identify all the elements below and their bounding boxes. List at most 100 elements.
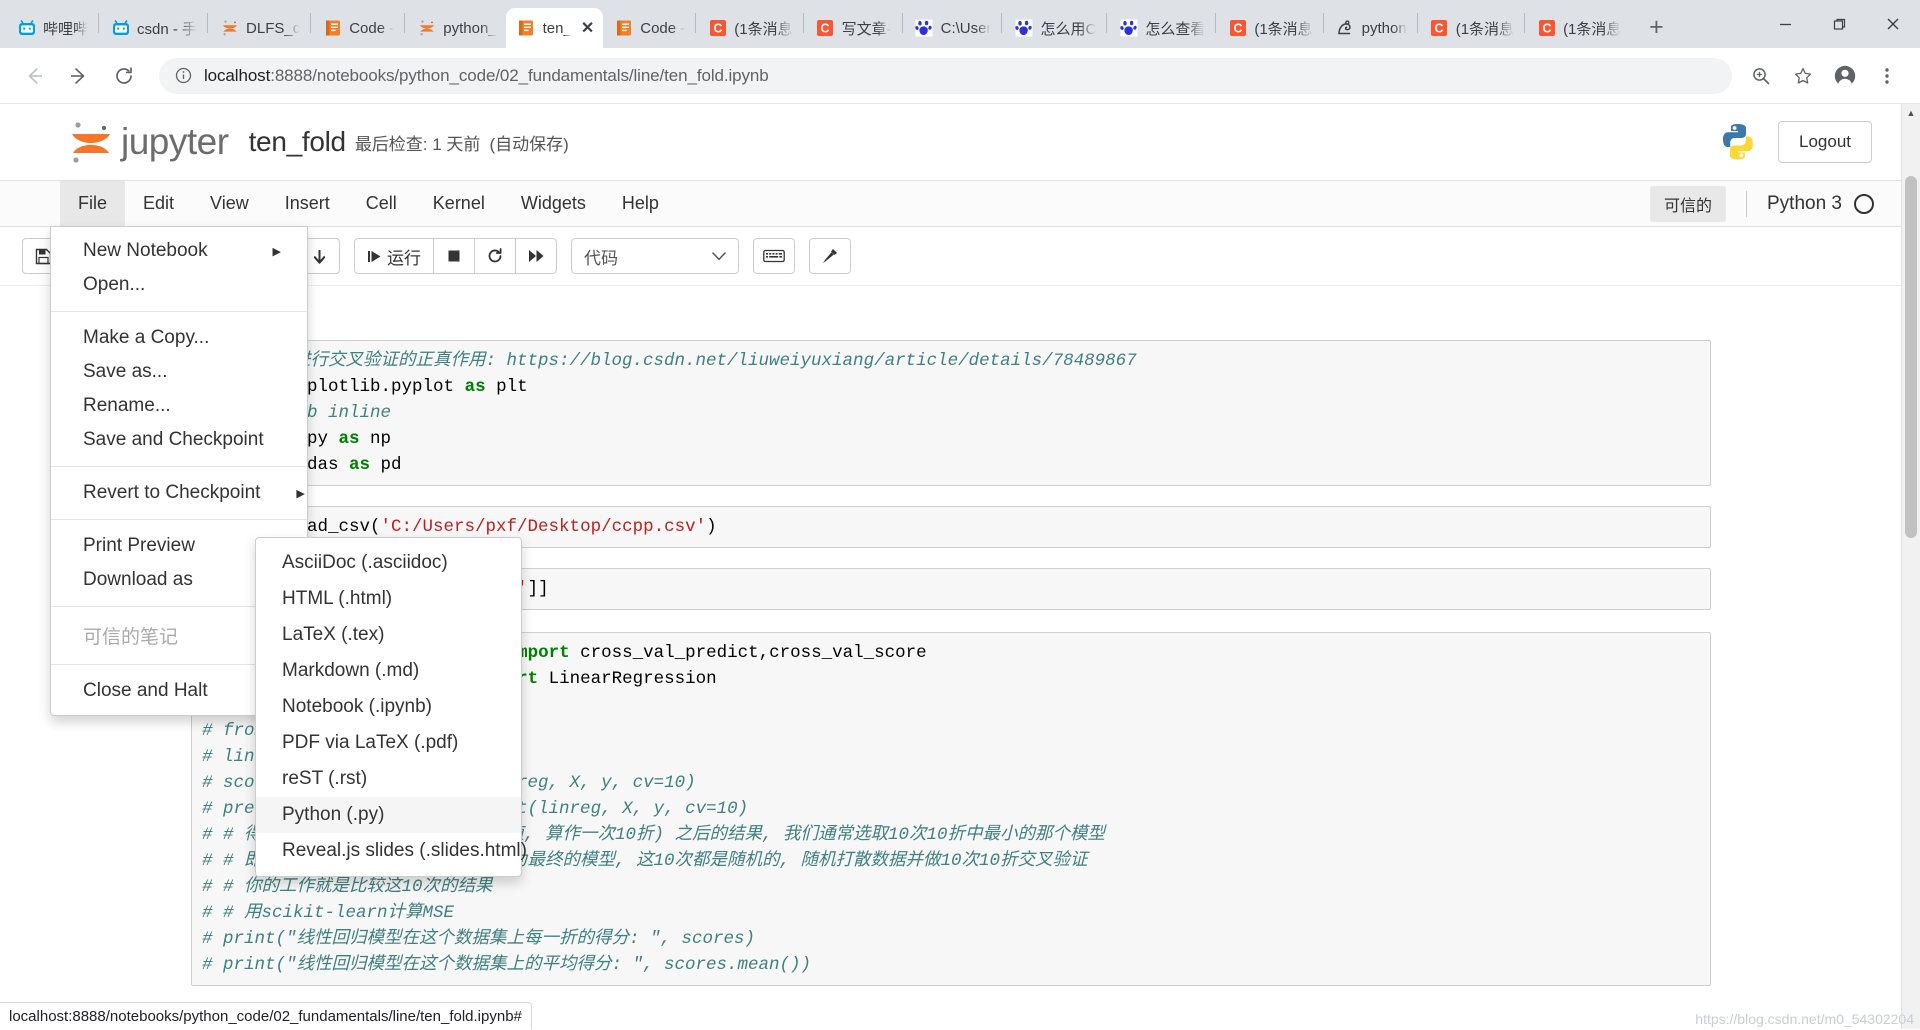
close-window-button[interactable] bbox=[1866, 0, 1920, 48]
jupyter-mark-icon bbox=[72, 122, 110, 163]
browser-tab[interactable]: python bbox=[1325, 8, 1416, 48]
download-as-item[interactable]: PDF via LaTeX (.pdf) bbox=[256, 725, 521, 761]
jupyter-logo[interactable]: jupyter bbox=[66, 116, 229, 168]
browser-tab[interactable]: 怎么用C bbox=[1003, 8, 1105, 48]
reload-button[interactable] bbox=[104, 56, 144, 96]
browser-tab-label: (1条消息 bbox=[1455, 20, 1515, 38]
back-button[interactable] bbox=[14, 56, 54, 96]
checkpoint-status: 最后检查: 1 天前 bbox=[354, 134, 481, 154]
maximize-restore-button[interactable] bbox=[1812, 0, 1866, 48]
window-controls bbox=[1758, 0, 1920, 48]
tab-separator bbox=[207, 13, 209, 33]
bilibili-icon bbox=[17, 19, 36, 38]
browser-tab-label: Code - bbox=[349, 19, 395, 37]
restart-kernel-button[interactable] bbox=[474, 238, 516, 274]
menu-view[interactable]: View bbox=[192, 181, 267, 226]
menu-kernel[interactable]: Kernel bbox=[415, 181, 503, 226]
browser-tab[interactable]: DLFS_c bbox=[209, 8, 309, 48]
csdn-icon: C bbox=[1430, 19, 1449, 38]
menu-widgets[interactable]: Widgets bbox=[503, 181, 604, 226]
file-menu-item[interactable]: Rename... bbox=[51, 389, 307, 423]
browser-tab-label: Code - bbox=[640, 19, 686, 37]
new-tab-button[interactable]: + bbox=[1638, 9, 1674, 45]
file-menu-item[interactable]: Revert to Checkpoint ▶ bbox=[51, 476, 307, 510]
download-as-item[interactable]: HTML (.html) bbox=[256, 581, 521, 617]
browser-tab[interactable]: csdn - 手 bbox=[100, 8, 206, 48]
browser-tab-label: 哔哩哔 bbox=[43, 20, 89, 38]
interrupt-kernel-button[interactable] bbox=[433, 238, 475, 274]
download-as-item[interactable]: Markdown (.md) bbox=[256, 653, 521, 689]
browser-tab[interactable]: C (1条消息 bbox=[697, 8, 801, 48]
download-as-item[interactable]: Notebook (.ipynb) bbox=[256, 689, 521, 725]
restart-and-run-all-button[interactable] bbox=[515, 238, 557, 274]
avatar-icon[interactable] bbox=[1826, 57, 1864, 95]
close-tab-icon[interactable]: ✕ bbox=[581, 18, 594, 38]
site-info-icon[interactable] bbox=[175, 67, 192, 84]
file-menu-item[interactable]: New Notebook ▶ bbox=[51, 234, 307, 268]
baidu-icon bbox=[1014, 19, 1033, 38]
forward-button[interactable] bbox=[59, 56, 99, 96]
scrollbar-thumb[interactable] bbox=[1905, 176, 1917, 538]
toolbar-group-keyboard bbox=[753, 238, 795, 274]
svg-text:C: C bbox=[1233, 22, 1242, 36]
minimize-button[interactable] bbox=[1758, 0, 1812, 48]
menu-edit[interactable]: Edit bbox=[125, 181, 192, 226]
file-menu-item[interactable]: Open... bbox=[51, 268, 307, 302]
download-as-item[interactable]: Python (.py) bbox=[256, 797, 521, 833]
browser-tab-active[interactable]: ten_ ✕ bbox=[505, 8, 604, 48]
browser-tab[interactable]: C (1条消息 bbox=[1217, 8, 1321, 48]
menu-file[interactable]: File bbox=[60, 181, 126, 226]
browser-tab[interactable]: C 写文章- bbox=[805, 8, 901, 48]
kebab-menu-icon[interactable] bbox=[1868, 57, 1906, 95]
run-cell-button[interactable]: 运行 bbox=[354, 238, 434, 274]
download-as-item[interactable]: Reveal.js slides (.slides.html) bbox=[256, 833, 527, 869]
download-as-item[interactable]: AsciiDoc (.asciidoc) bbox=[256, 545, 521, 581]
bookmark-star-icon[interactable] bbox=[1784, 57, 1822, 95]
browser-tab-label: 怎么查看 bbox=[1145, 20, 1206, 38]
book-icon bbox=[614, 19, 633, 38]
tab-separator bbox=[1106, 13, 1108, 33]
svg-text:C: C bbox=[1542, 22, 1551, 36]
file-menu-item-label: Print Preview bbox=[83, 535, 195, 556]
browser-tab-label: (1条消息 bbox=[734, 20, 793, 38]
download-as-item[interactable]: reST (.rst) bbox=[256, 761, 521, 797]
menu-help[interactable]: Help bbox=[604, 181, 677, 226]
csdn-icon: C bbox=[1537, 19, 1556, 38]
browser-tab[interactable]: Code - bbox=[603, 8, 694, 48]
keyboard-shortcuts-button[interactable] bbox=[753, 238, 795, 274]
address-bar[interactable]: localhost:8888/notebooks/python_code/02_… bbox=[159, 57, 1732, 94]
file-menu-item-label: 可信的笔记 bbox=[83, 627, 179, 648]
file-menu-item[interactable]: Save as... bbox=[51, 355, 307, 389]
baidu-icon bbox=[1119, 19, 1138, 38]
notebook-name[interactable]: ten_fold bbox=[249, 126, 347, 158]
download-as-item[interactable]: LaTeX (.tex) bbox=[256, 617, 521, 653]
snippets-hammer-button[interactable] bbox=[809, 238, 851, 274]
cell-input-area[interactable]: # 这里讲了进行交叉验证的正真作用: https://blog.csdn.net… bbox=[191, 340, 1711, 486]
menu-insert[interactable]: Insert bbox=[267, 181, 348, 226]
browser-tab[interactable]: 怎么查看 bbox=[1108, 8, 1214, 48]
browser-tab-label: 怎么用C bbox=[1040, 20, 1097, 38]
tab-separator bbox=[1322, 13, 1324, 33]
file-menu-item[interactable]: Save and Checkpoint bbox=[51, 423, 307, 457]
browser-tab-label: DLFS_c bbox=[246, 19, 301, 37]
cell-type-select[interactable]: 代码 bbox=[571, 238, 739, 274]
file-menu-item[interactable]: Make a Copy... bbox=[51, 321, 307, 355]
browser-tab[interactable]: C (1条消息 bbox=[1526, 8, 1630, 48]
menu-cell[interactable]: Cell bbox=[348, 181, 415, 226]
browser-tab[interactable]: python_ bbox=[406, 8, 505, 48]
jupyter-wordmark: jupyter bbox=[121, 121, 229, 162]
zoom-icon[interactable] bbox=[1742, 57, 1780, 95]
tab-separator bbox=[802, 13, 804, 33]
browser-tab[interactable]: 哔哩哔 bbox=[6, 8, 97, 48]
notebook-cell[interactable]: In [1]:# 这里讲了进行交叉验证的正真作用: https://blog.c… bbox=[110, 340, 1711, 486]
scroll-up-arrow[interactable]: ▲ bbox=[1902, 104, 1920, 122]
browser-tab[interactable]: Code - bbox=[312, 8, 403, 48]
browser-status-bar: localhost:8888/notebooks/python_code/02_… bbox=[0, 1002, 532, 1029]
page-scrollbar[interactable]: ▲ bbox=[1901, 104, 1920, 1029]
logout-button[interactable]: Logout bbox=[1778, 121, 1872, 163]
anaconda-icon bbox=[1336, 19, 1355, 38]
tab-separator bbox=[1416, 13, 1418, 33]
menu-separator bbox=[51, 466, 307, 467]
browser-tab[interactable]: C:\User bbox=[904, 8, 1001, 48]
browser-tab[interactable]: C (1条消息 bbox=[1419, 8, 1523, 48]
